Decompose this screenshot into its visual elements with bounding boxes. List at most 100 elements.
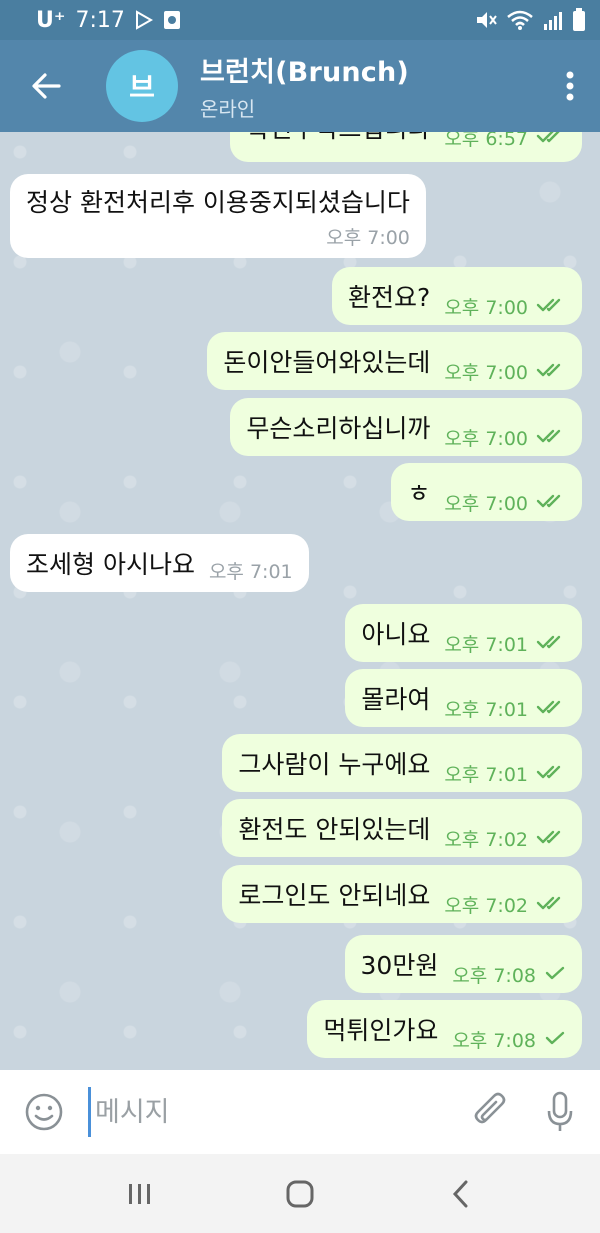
outgoing-message[interactable]: 환전요? 오후 7:00 [332, 267, 582, 325]
message-time: 오후 7:01 [208, 560, 293, 583]
message-input[interactable] [88, 1087, 428, 1137]
message-meta: 오후 7:00 [444, 358, 566, 385]
message-meta: 오후 7:00 [444, 424, 566, 451]
double-check-icon [536, 632, 566, 654]
message-time: 오후 7:08 [452, 1029, 536, 1052]
home-icon [286, 1180, 314, 1207]
message-text: 그사람이 누구에요 [238, 750, 431, 779]
message-time: 오후 7:00 [444, 427, 528, 450]
back-button[interactable] [0, 40, 92, 132]
outgoing-message[interactable]: 돈이안들어와있는데 오후 7:00 [207, 332, 582, 390]
message-text: 아니요 [361, 620, 431, 649]
message-meta: 오후 6:57 [444, 132, 566, 151]
double-check-icon [536, 697, 566, 719]
double-check-icon [536, 360, 566, 382]
message-text: 30만원 [360, 951, 439, 980]
message-meta: 오후 7:08 [452, 1026, 566, 1053]
double-check-icon [536, 295, 566, 317]
message-time: 오후 7:01 [444, 763, 528, 786]
message-text: 돈이안들어와있는데 [223, 348, 431, 377]
notification-icon [163, 10, 181, 30]
message-time: 오후 6:57 [444, 132, 528, 150]
message-time: 오후 7:00 [444, 296, 528, 319]
outgoing-message[interactable]: 확인부탁드립니다 오후 6:57 [230, 132, 582, 162]
recent-apps-button[interactable] [100, 1164, 180, 1224]
message-time: 오후 7:02 [444, 828, 528, 851]
more-options-button[interactable] [540, 40, 600, 132]
message-time: 오후 7:01 [444, 698, 528, 721]
message-text: 확인부탁드립니다 [246, 132, 430, 145]
double-check-icon [536, 762, 566, 784]
message-text: 정상 환전처리후 이용중지되셨습니다 [26, 187, 410, 217]
message-time: 오후 7:02 [444, 894, 528, 917]
play-store-icon [135, 10, 153, 30]
message-meta: 오후 7:01 [444, 760, 566, 787]
outgoing-message[interactable]: 그사람이 누구에요 오후 7:01 [222, 734, 582, 792]
message-meta: 오후 7:01 [444, 630, 566, 657]
message-time: 오후 7:00 [444, 361, 528, 384]
signal-icon [542, 9, 564, 31]
outgoing-message[interactable]: 무슨소리하십니까 오후 7:00 [230, 398, 582, 456]
message-text: ㅎ [407, 479, 431, 508]
incoming-message[interactable]: 조세형 아시나요 오후 7:01 [10, 534, 309, 592]
avatar[interactable]: 브 [106, 50, 178, 122]
nav-back-button[interactable] [420, 1164, 500, 1224]
message-text: 몰라여 [361, 685, 431, 714]
clock: 7:17 [75, 7, 125, 33]
outgoing-message[interactable]: 환전도 안되있는데 오후 7:02 [222, 799, 582, 857]
status-bar: U⁺ 7:17 [0, 0, 600, 40]
smiley-icon [25, 1093, 63, 1131]
arrow-left-icon [32, 73, 61, 99]
double-check-icon [536, 132, 566, 148]
chat-info[interactable]: 브런치(Brunch) 온라인 [200, 50, 409, 122]
message-meta: 오후 7:00 [326, 223, 410, 250]
message-meta: 오후 7:02 [444, 891, 566, 918]
paperclip-icon [474, 1092, 506, 1124]
check-icon [544, 963, 566, 985]
chat-header: 브 브런치(Brunch) 온라인 [0, 40, 600, 132]
emoji-button[interactable] [0, 1070, 88, 1154]
message-text: 무슨소리하십니까 [246, 414, 431, 443]
message-meta: 오후 7:00 [444, 293, 566, 320]
outgoing-message[interactable]: 몰라여 오후 7:01 [345, 669, 582, 727]
wifi-icon [506, 9, 534, 31]
double-check-icon [536, 893, 566, 915]
incoming-message[interactable]: 정상 환전처리후 이용중지되셨습니다오후 7:00 [10, 174, 426, 258]
carrier-label: U⁺ [36, 7, 66, 33]
recent-apps-icon [129, 1183, 150, 1204]
more-vertical-icon [566, 71, 574, 101]
voice-button[interactable] [520, 1070, 600, 1154]
message-meta: 오후 7:02 [444, 825, 566, 852]
battery-icon [572, 8, 586, 32]
mute-icon [474, 9, 498, 31]
message-text: 환전요? [348, 283, 431, 312]
double-check-icon [536, 426, 566, 448]
microphone-icon [547, 1091, 573, 1131]
outgoing-message[interactable]: 30만원 오후 7:08 [344, 935, 582, 993]
outgoing-message[interactable]: 아니요 오후 7:01 [345, 604, 582, 662]
double-check-icon [536, 827, 566, 849]
message-text: 조세형 아시나요 [26, 550, 195, 579]
message-text: 로그인도 안되네요 [238, 881, 431, 910]
chevron-left-icon [452, 1180, 468, 1207]
message-text: 먹튀인가요 [323, 1016, 439, 1045]
message-time: 오후 7:00 [326, 226, 410, 249]
outgoing-message[interactable]: ㅎ 오후 7:00 [391, 463, 582, 521]
message-list[interactable]: 확인부탁드립니다 오후 6:57 정상 환전처리후 이용중지되셨습니다오후 7:00… [0, 132, 600, 1070]
double-check-icon [536, 491, 566, 513]
chat-title: 브런치(Brunch) [200, 57, 409, 88]
message-meta: 오후 7:01 [444, 695, 566, 722]
message-text: 환전도 안되있는데 [238, 815, 431, 844]
online-status: 온라인 [200, 97, 256, 121]
message-time: 오후 7:08 [452, 964, 536, 987]
outgoing-message[interactable]: 로그인도 안되네요 오후 7:02 [222, 865, 582, 923]
check-icon [544, 1028, 566, 1050]
attach-button[interactable] [460, 1070, 520, 1154]
composer [0, 1070, 600, 1154]
system-nav-bar [0, 1154, 600, 1233]
message-time: 오후 7:01 [444, 633, 528, 656]
outgoing-message[interactable]: 먹튀인가요 오후 7:08 [307, 1000, 582, 1058]
message-time: 오후 7:00 [444, 492, 528, 515]
message-meta: 오후 7:00 [444, 489, 566, 516]
home-button[interactable] [260, 1164, 340, 1224]
